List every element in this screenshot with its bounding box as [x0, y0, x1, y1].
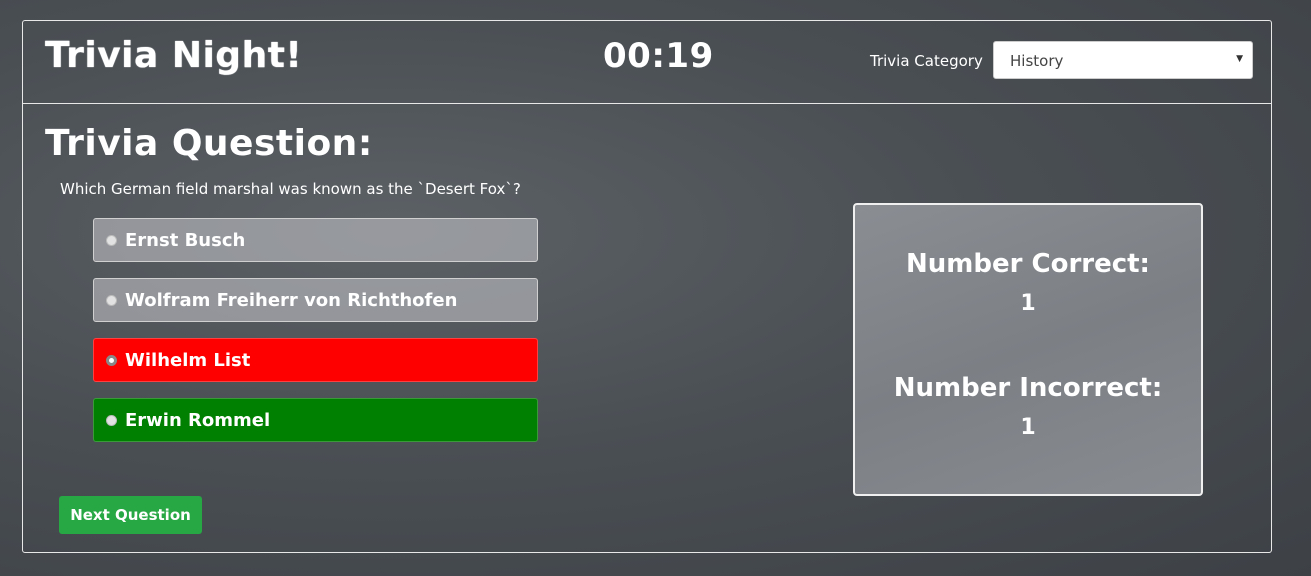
score-panel: Number Correct: 1 Number Incorrect: 1: [853, 203, 1203, 496]
question-text: Which German field marshal was known as …: [60, 180, 521, 198]
countdown-timer: 00:19: [603, 36, 714, 76]
answer-option-1[interactable]: Ernst Busch: [93, 218, 538, 262]
answer-label: Wolfram Freiherr von Richthofen: [125, 289, 458, 311]
chevron-down-icon: ▼: [1236, 54, 1243, 64]
trivia-board: Trivia Night! 00:19 Trivia Category Hist…: [22, 20, 1272, 553]
category-label: Trivia Category: [870, 52, 983, 70]
incorrect-count-value: 1: [1020, 415, 1036, 440]
answer-option-3[interactable]: Wilhelm List: [93, 338, 538, 382]
answer-option-4[interactable]: Erwin Rommel: [93, 398, 538, 442]
radio-icon[interactable]: [106, 414, 117, 426]
incorrect-count-label: Number Incorrect:: [893, 373, 1163, 403]
answer-label: Wilhelm List: [125, 349, 251, 371]
radio-icon[interactable]: [106, 234, 117, 246]
radio-icon[interactable]: [106, 294, 117, 306]
radio-selected-icon[interactable]: [106, 354, 117, 366]
category-selected-value: History: [1010, 52, 1064, 70]
question-heading: Trivia Question:: [45, 123, 373, 164]
header: Trivia Night! 00:19 Trivia Category Hist…: [23, 21, 1271, 104]
app-title: Trivia Night!: [45, 35, 303, 76]
next-question-button[interactable]: Next Question: [59, 496, 202, 534]
answer-option-2[interactable]: Wolfram Freiherr von Richthofen: [93, 278, 538, 322]
correct-count-label: Number Correct:: [906, 249, 1150, 279]
answer-label: Ernst Busch: [125, 229, 246, 251]
correct-count-value: 1: [1020, 291, 1036, 316]
answer-label: Erwin Rommel: [125, 409, 271, 431]
category-select[interactable]: History ▼: [993, 41, 1253, 79]
